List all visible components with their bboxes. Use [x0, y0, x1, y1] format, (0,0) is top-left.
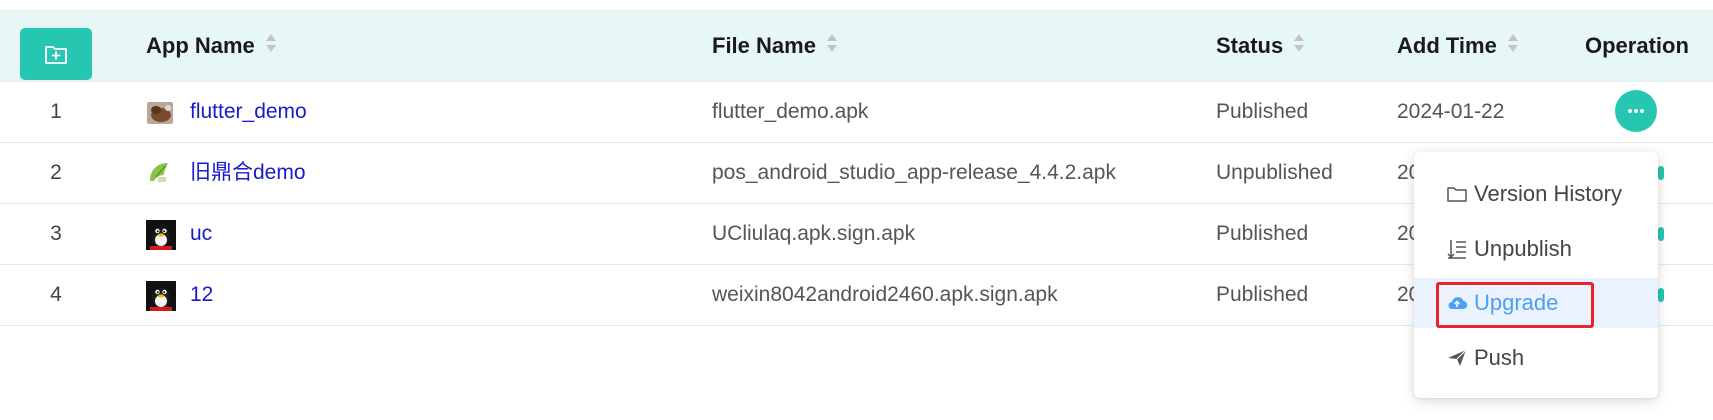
- add-app-button[interactable]: [20, 28, 92, 80]
- folder-plus-icon: [45, 46, 67, 64]
- status-text: Published: [1216, 100, 1309, 123]
- send-icon: [1448, 349, 1467, 366]
- file-name: UCliulaq.apk.sign.apk: [712, 222, 916, 245]
- app-name-link[interactable]: 旧鼎合demo: [190, 143, 306, 203]
- leaf-icon: [146, 159, 176, 187]
- folder-icon: [1447, 187, 1467, 202]
- app-name-link[interactable]: 12: [190, 265, 213, 325]
- file-name: weixin8042android2460.apk.sign.apk: [712, 283, 1058, 306]
- more-actions-button[interactable]: [1615, 90, 1657, 132]
- menu-item-unpublish[interactable]: Unpublish: [1414, 224, 1658, 274]
- col-status[interactable]: Status: [1216, 10, 1305, 81]
- col-add-time[interactable]: Add Time: [1397, 10, 1519, 81]
- status-text: Published: [1216, 283, 1309, 306]
- menu-item-label: Version History: [1474, 181, 1622, 206]
- app-name-link[interactable]: uc: [190, 204, 212, 264]
- col-app-name-label: App Name: [146, 33, 255, 58]
- row-index: 2: [50, 161, 62, 184]
- menu-item-label: Push: [1474, 345, 1525, 370]
- file-name: flutter_demo.apk: [712, 100, 869, 123]
- add-time: 2024-01-22: [1397, 100, 1505, 123]
- sort-icon[interactable]: [265, 10, 277, 81]
- row-index: 3: [50, 222, 62, 245]
- penguin-icon: [146, 281, 176, 311]
- operation-menu: Version History Unpublish Upgrade Push: [1414, 152, 1658, 398]
- menu-item-push[interactable]: Push: [1414, 333, 1658, 383]
- more-dots-icon: [1628, 109, 1644, 113]
- status-text: Unpublished: [1216, 161, 1333, 184]
- col-file-name-label: File Name: [712, 33, 816, 58]
- row-index: 1: [50, 100, 62, 123]
- more-button-edge[interactable]: [1658, 227, 1664, 241]
- col-add-time-label: Add Time: [1397, 33, 1497, 58]
- file-name: pos_android_studio_app-release_4.4.2.apk: [712, 161, 1116, 184]
- col-operation: Operation: [1585, 10, 1689, 81]
- menu-item-version-history[interactable]: Version History: [1414, 169, 1658, 219]
- more-button-edge[interactable]: [1658, 166, 1664, 180]
- menu-item-label: Unpublish: [1474, 236, 1572, 261]
- sort-icon[interactable]: [1293, 10, 1305, 81]
- more-button-edge[interactable]: [1658, 288, 1664, 302]
- sort-list-icon: [1447, 240, 1466, 259]
- app-name-link[interactable]: flutter_demo: [190, 82, 307, 142]
- row-index: 4: [50, 283, 62, 306]
- col-app-name[interactable]: App Name: [146, 10, 277, 81]
- photo-thumbnail-icon: [146, 98, 176, 126]
- sort-icon[interactable]: [826, 10, 838, 81]
- col-operation-label: Operation: [1585, 33, 1689, 58]
- penguin-icon: [146, 220, 176, 250]
- table-row: 1 flutter_demo flutter_demo.apk Publishe…: [0, 82, 1713, 143]
- status-text: Published: [1216, 222, 1309, 245]
- sort-icon[interactable]: [1507, 10, 1519, 81]
- col-status-label: Status: [1216, 33, 1284, 58]
- selection-highlight: [1436, 282, 1594, 328]
- col-file-name[interactable]: File Name: [712, 10, 838, 81]
